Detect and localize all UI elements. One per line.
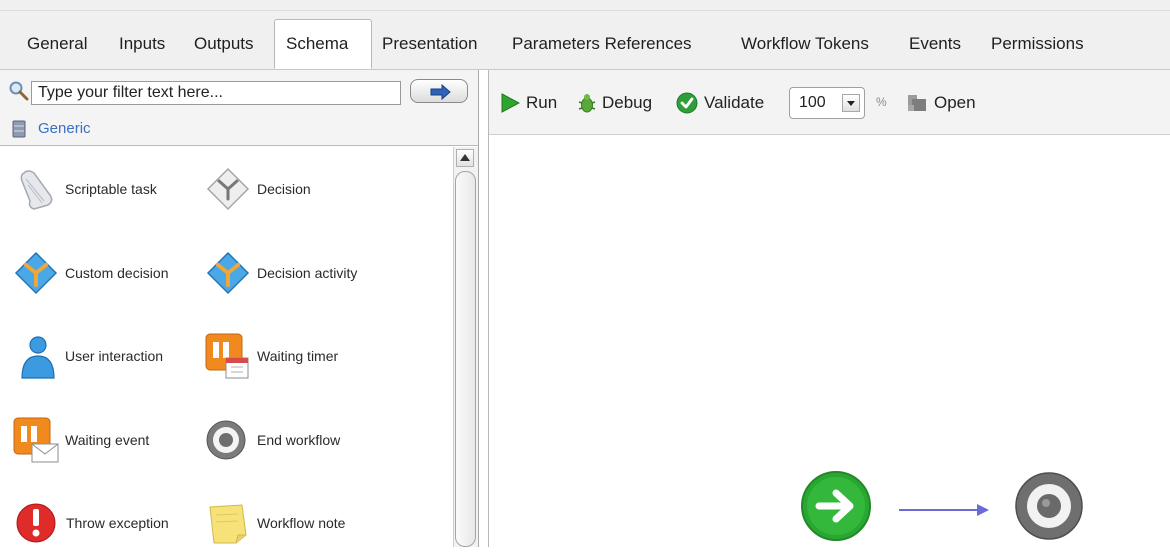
palette-item-decision[interactable]: Decision bbox=[204, 165, 394, 221]
tab-outputs[interactable]: Outputs bbox=[194, 22, 254, 68]
check-circle-icon bbox=[676, 92, 698, 114]
validate-label: Validate bbox=[704, 93, 765, 112]
palette-item-waiting-event[interactable]: Waiting event bbox=[12, 416, 202, 472]
schema-toolbar: Run Debug Validate 100 % Open bbox=[489, 70, 1170, 135]
filter-go-button[interactable] bbox=[410, 79, 468, 103]
palette-item-waiting-timer[interactable]: Waiting timer bbox=[204, 332, 394, 388]
scroll-up-button[interactable] bbox=[456, 149, 474, 167]
end-icon bbox=[206, 420, 246, 460]
tab-general[interactable]: General bbox=[27, 22, 87, 68]
filter-input[interactable] bbox=[31, 81, 401, 105]
palette-panel: Generic Scriptable task Decision Custom … bbox=[0, 70, 479, 547]
palette-item-label: Waiting event bbox=[65, 432, 150, 448]
palette-scrollbar[interactable] bbox=[453, 147, 478, 547]
palette-item-label: Throw exception bbox=[66, 515, 169, 531]
palette-item-user-interaction[interactable]: User interaction bbox=[14, 332, 204, 388]
run-label: Run bbox=[526, 93, 558, 112]
tab-permissions[interactable]: Permissions bbox=[991, 22, 1084, 68]
palette-item-label: Scriptable task bbox=[65, 181, 157, 197]
palette-group-generic[interactable]: Generic bbox=[0, 115, 478, 146]
debug-label: Debug bbox=[602, 93, 653, 112]
workflow-diagram bbox=[801, 471, 1083, 541]
palette-item-label: Workflow note bbox=[257, 515, 346, 531]
event-icon bbox=[13, 417, 59, 463]
palette-item-label: Waiting timer bbox=[257, 348, 339, 364]
palette-item-label: User interaction bbox=[65, 348, 164, 364]
validate-button[interactable]: Validate bbox=[676, 90, 764, 116]
palette-item-label: Decision bbox=[257, 181, 311, 197]
palette-item-decision-activity[interactable]: Decision activity bbox=[204, 249, 394, 305]
user-icon bbox=[21, 336, 55, 379]
play-icon bbox=[501, 93, 520, 113]
folder-icon bbox=[908, 95, 926, 111]
tab-events[interactable]: Events bbox=[909, 22, 961, 68]
scroll-icon bbox=[20, 170, 53, 210]
tab-inputs[interactable]: Inputs bbox=[119, 22, 165, 68]
zoom-dropdown-button[interactable] bbox=[842, 94, 860, 112]
palette-group-label: Generic bbox=[38, 120, 91, 137]
palette-item-end-workflow[interactable]: End workflow bbox=[204, 416, 394, 472]
tab-presentation[interactable]: Presentation bbox=[382, 22, 477, 68]
palette-item-label: Decision activity bbox=[257, 265, 358, 281]
filter-bar bbox=[0, 70, 478, 115]
search-icon bbox=[9, 81, 29, 101]
schema-editor: Run Debug Validate 100 % Open bbox=[488, 70, 1170, 547]
scroll-thumb[interactable] bbox=[455, 171, 476, 547]
open-button[interactable]: Open bbox=[906, 90, 976, 116]
note-icon bbox=[209, 504, 247, 544]
palette-item-label: End workflow bbox=[257, 432, 341, 448]
tab-workflow-tokens[interactable]: Workflow Tokens bbox=[741, 22, 869, 68]
open-label: Open bbox=[934, 93, 976, 112]
end-node[interactable] bbox=[1015, 472, 1083, 540]
palette-item-label: Custom decision bbox=[65, 265, 169, 281]
arrow-right-icon bbox=[430, 83, 451, 101]
exception-icon bbox=[16, 503, 56, 543]
bug-icon bbox=[578, 94, 596, 113]
tab-bar: General Inputs Outputs Schema Presentati… bbox=[0, 0, 1170, 70]
zoom-select[interactable]: 100 bbox=[789, 87, 865, 119]
workflow-canvas[interactable] bbox=[489, 135, 1170, 547]
connector-arrow[interactable] bbox=[899, 504, 989, 516]
palette-item-scriptable-task[interactable]: Scriptable task bbox=[14, 165, 204, 221]
tab-parameters-references[interactable]: Parameters References bbox=[512, 22, 692, 68]
run-button[interactable]: Run bbox=[500, 90, 557, 116]
palette-item-custom-decision[interactable]: Custom decision bbox=[12, 249, 202, 305]
timer-icon bbox=[205, 333, 249, 379]
tab-schema[interactable]: Schema bbox=[274, 19, 372, 69]
start-node[interactable] bbox=[801, 471, 871, 541]
decision-icon bbox=[206, 167, 250, 211]
decision-activity-icon bbox=[206, 251, 250, 295]
tab-bar-top-line bbox=[0, 10, 1170, 11]
chevron-down-icon bbox=[847, 101, 855, 106]
debug-button[interactable]: Debug bbox=[578, 90, 652, 116]
chevron-up-icon bbox=[460, 154, 470, 161]
zoom-value: 100 bbox=[799, 94, 826, 111]
custom-decision-icon bbox=[14, 251, 58, 295]
database-icon bbox=[12, 120, 26, 138]
zoom-percent-label: % bbox=[876, 95, 887, 109]
